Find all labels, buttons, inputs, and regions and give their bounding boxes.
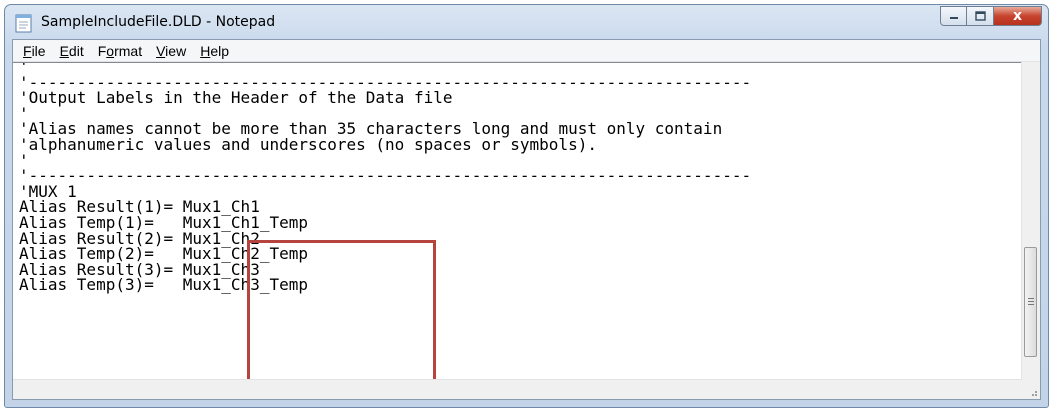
editor-line: 'alphanumeric values and underscores (no… [19, 134, 597, 154]
editor-line: 'Output Labels in the Header of the Data… [19, 88, 453, 108]
vertical-scroll-thumb[interactable] [1024, 247, 1037, 357]
minimize-button[interactable] [940, 6, 967, 26]
window-title: SampleIncludeFile.DLD - Notepad [41, 14, 276, 30]
maximize-icon [974, 11, 986, 21]
menu-edit[interactable]: Edit [53, 43, 91, 59]
vertical-scrollbar[interactable] [1021, 62, 1040, 381]
horizontal-scrollbar[interactable] [13, 379, 1022, 399]
menu-view[interactable]: View [149, 43, 193, 59]
alias-highlight-box [247, 240, 436, 382]
close-button[interactable]: x [994, 6, 1042, 26]
title-bar[interactable]: SampleIncludeFile.DLD - Notepad x [5, 5, 1048, 39]
menu-format[interactable]: Format [91, 43, 149, 59]
maximize-button[interactable] [967, 6, 994, 26]
resize-grip-icon[interactable] [1022, 380, 1040, 399]
window-controls: x [940, 6, 1042, 28]
close-icon: x [1012, 8, 1023, 24]
editor-line: '---------------------------------------… [19, 166, 752, 186]
notepad-icon [15, 14, 32, 33]
menu-help[interactable]: Help [193, 43, 236, 59]
menu-file[interactable]: File [16, 43, 53, 59]
menu-bar: File Edit Format View Help [13, 40, 1040, 62]
minimize-icon [949, 17, 958, 19]
notepad-client-area: File Edit Format View Help ' '----------… [12, 39, 1041, 400]
notepad-window: SampleIncludeFile.DLD - Notepad x File E… [4, 4, 1049, 408]
text-editor[interactable]: ' '-------------------------------------… [13, 62, 1022, 382]
